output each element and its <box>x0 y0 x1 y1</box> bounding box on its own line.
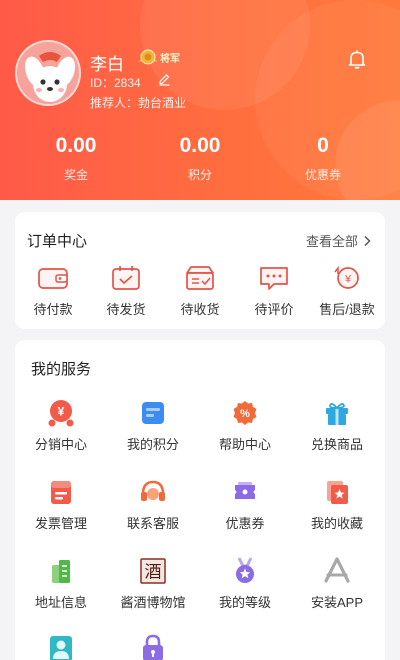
service-label: 帮助中心 <box>218 437 271 452</box>
service-distribution[interactable]: ¥ 分销中心 <box>15 398 107 453</box>
svg-text:¥: ¥ <box>344 274 352 286</box>
help-icon: % <box>233 401 257 425</box>
lock-icon <box>143 634 163 660</box>
contact-card-icon <box>50 636 72 660</box>
medal-icon <box>236 557 254 583</box>
order-item-label: 待发货 <box>106 302 146 317</box>
service-install-app[interactable]: 安装APP <box>291 556 383 611</box>
refund-icon: ¥ <box>334 265 359 289</box>
services-title: 我的服务 <box>31 361 92 378</box>
service-invoice[interactable]: 发票管理 <box>15 477 107 532</box>
service-favorites[interactable]: 我的收藏 <box>291 477 383 532</box>
gift-icon <box>326 403 348 425</box>
avatar[interactable] <box>15 40 81 106</box>
service-contact-card[interactable] <box>15 633 107 660</box>
order-item-label: 待评价 <box>254 302 294 317</box>
svg-text:¥: ¥ <box>58 405 65 419</box>
coupon-icon <box>235 482 255 499</box>
museum-icon: 酒 <box>140 558 166 584</box>
rank-badge: 将军 <box>134 45 190 69</box>
my-services-card: 我的服务 ¥ 分销中心 我的积分 % 帮助中心 兑换商品 发票管理 联系客服 优… <box>15 340 385 660</box>
service-label: 地址信息 <box>34 595 87 610</box>
service-customer-support[interactable]: 联系客服 <box>107 477 199 532</box>
order-center-card: 订单中心 查看全部 待付款 待发货 待收货 待评价 ¥ 售后/退款 <box>15 212 385 329</box>
service-coupons[interactable]: 优惠券 <box>199 477 291 532</box>
service-label: 兑换商品 <box>310 437 363 452</box>
service-security[interactable] <box>107 633 199 660</box>
stat-value: 0.00 <box>179 134 221 157</box>
favorite-icon <box>327 481 348 504</box>
order-pending-shipment[interactable]: 待发货 <box>89 264 163 318</box>
service-label: 分销中心 <box>34 437 87 452</box>
edit-icon[interactable] <box>158 73 171 86</box>
service-exchange[interactable]: 兑换商品 <box>291 398 383 453</box>
service-label: 安装APP <box>310 595 363 610</box>
order-after-sale[interactable]: ¥ 售后/退款 <box>310 264 384 318</box>
svg-text:酒: 酒 <box>145 563 162 583</box>
stat-coupons[interactable]: 0 优惠券 <box>268 134 378 183</box>
view-all-label: 查看全部 <box>305 234 358 249</box>
wallet-icon <box>38 268 68 289</box>
address-icon <box>52 560 70 583</box>
chevron-right-icon <box>364 235 371 246</box>
service-address[interactable]: 地址信息 <box>15 556 107 611</box>
stat-value: 0 <box>317 134 329 157</box>
service-label: 优惠券 <box>225 516 265 531</box>
user-name: 李白 <box>90 55 124 74</box>
service-label: 我的等级 <box>218 595 271 610</box>
stat-label: 积分 <box>187 168 212 182</box>
order-item-label: 待付款 <box>33 302 73 317</box>
stat-points[interactable]: 0.00 积分 <box>145 134 255 183</box>
order-item-label: 待收货 <box>180 302 220 317</box>
invoice-icon <box>51 481 71 504</box>
service-label: 发票管理 <box>34 516 87 531</box>
service-label: 我的积分 <box>126 437 179 452</box>
view-all-orders-link[interactable]: 查看全部 <box>306 231 371 250</box>
service-museum[interactable]: 酒 酱酒博物馆 <box>107 556 199 611</box>
receive-box-icon <box>186 266 214 290</box>
rank-badge-label: 将军 <box>160 54 180 65</box>
service-points[interactable]: 我的积分 <box>107 398 199 453</box>
profile-header: 李白 将军 ID：2834 推荐人：勃台酒业 0.00 奖金 0.00 积分 0… <box>0 0 400 200</box>
service-help[interactable]: % 帮助中心 <box>199 398 291 453</box>
order-pending-payment[interactable]: 待付款 <box>16 264 90 318</box>
service-label: 联系客服 <box>126 516 179 531</box>
service-label: 我的收藏 <box>310 516 363 531</box>
user-id: ID：2834 <box>90 76 141 90</box>
order-pending-review[interactable]: 待评价 <box>237 264 311 318</box>
stat-label: 优惠券 <box>304 168 341 182</box>
distribution-icon: ¥ <box>48 400 74 427</box>
stat-label: 奖金 <box>63 168 88 182</box>
app-store-icon <box>324 557 350 583</box>
service-level[interactable]: 我的等级 <box>199 556 291 611</box>
headset-icon <box>141 480 165 501</box>
points-icon <box>142 402 164 424</box>
stat-value: 0.00 <box>55 134 97 157</box>
svg-text:%: % <box>240 408 250 420</box>
order-pending-receipt[interactable]: 待收货 <box>163 264 237 318</box>
order-center-title: 订单中心 <box>27 233 88 250</box>
comment-icon <box>260 267 288 290</box>
stat-bonus[interactable]: 0.00 奖金 <box>21 134 131 183</box>
order-item-label: 售后/退款 <box>319 302 375 317</box>
bell-icon[interactable] <box>346 48 368 70</box>
ship-box-icon <box>112 266 140 290</box>
referrer-text: 推荐人：勃台酒业 <box>90 96 187 110</box>
service-label: 酱酒博物馆 <box>120 595 186 610</box>
